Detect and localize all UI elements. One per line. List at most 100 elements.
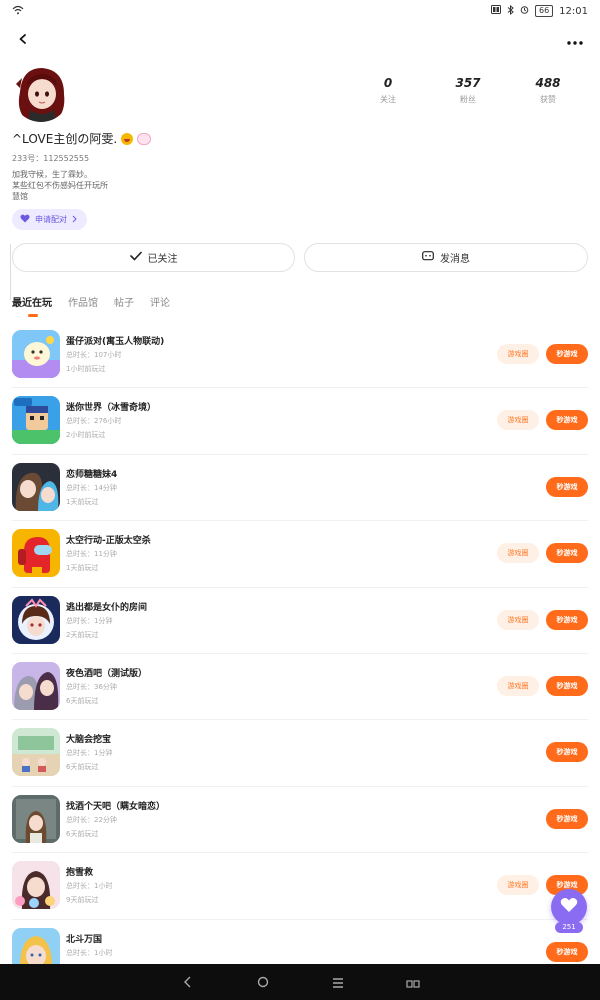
stat-fans-count: 357 <box>455 76 481 90</box>
play-button[interactable]: 秒游戏 <box>546 344 588 364</box>
game-circle-button[interactable]: 游戏圈 <box>497 609 539 630</box>
user-id: 233号：112552555 <box>12 154 90 163</box>
tab-comments[interactable]: 评论 <box>150 294 170 309</box>
list-item[interactable]: 大脑会挖宝 总时长：1分钟 6天前玩过 秒游戏 <box>12 720 588 787</box>
game-playtime: 总时长：1分钟 <box>66 749 113 758</box>
battery-indicator: 66 <box>534 5 554 17</box>
play-button[interactable]: 秒游戏 <box>546 941 588 962</box>
bluetooth-icon <box>507 4 514 18</box>
game-name: 太空行动-正版太空杀 <box>66 536 151 547</box>
like-fab[interactable] <box>551 889 587 925</box>
game-playtime: 总时长：1分钟 <box>66 616 113 625</box>
status-bar: 66 12:01 <box>0 0 600 22</box>
play-button[interactable]: 秒游戏 <box>546 808 588 829</box>
stat-fans-label: 粉丝 <box>460 95 476 104</box>
stat-likes-count: 488 <box>535 76 561 90</box>
sim-icon <box>490 5 501 17</box>
stat-fans[interactable]: 357 粉丝 <box>446 76 490 105</box>
nickname-row: ^LOVE主创の阿雯. <box>12 130 152 147</box>
game-thumbnail[interactable] <box>12 529 60 578</box>
list-item[interactable]: 逃出都是女仆的房间 总时长：1分钟 2天前玩过 游戏圈 秒游戏 <box>12 588 588 654</box>
play-button[interactable]: 秒游戏 <box>546 543 588 564</box>
list-item[interactable]: 蛋仔派对(寓玉人物联动) 总时长：107小时 1小时前玩过 游戏圈 秒游戏 <box>12 322 588 389</box>
chat-bubble-icon <box>422 250 434 265</box>
game-playtime: 总时长：11分钟 <box>66 550 117 559</box>
play-button[interactable]: 秒游戏 <box>546 609 588 630</box>
list-item[interactable]: 迷你世界（冰雪奇境） 总时长：276小时 2小时前玩过 游戏圈 秒游戏 <box>12 388 588 455</box>
message-label: 发消息 <box>440 254 470 265</box>
play-button[interactable]: 秒游戏 <box>546 675 588 696</box>
list-item[interactable]: 夜色酒吧（测试版） 总时长：36分钟 6天前玩过 游戏圈 秒游戏 <box>12 654 588 721</box>
play-button[interactable]: 秒游戏 <box>546 742 588 763</box>
message-button[interactable]: 发消息 <box>304 243 588 272</box>
game-thumbnail[interactable] <box>12 462 60 511</box>
wifi-icon <box>12 5 24 18</box>
system-nav-bar <box>0 964 600 1000</box>
game-circle-button[interactable]: 游戏圈 <box>497 875 539 896</box>
pair-request-button[interactable]: 申请配对 <box>12 209 87 230</box>
game-last-played: 6天前玩过 <box>66 763 99 772</box>
stat-following[interactable]: 0 关注 <box>366 76 410 105</box>
profile-tabs: 最近在玩 作品馆 帖子 评论 <box>12 294 170 317</box>
tab-recent[interactable]: 最近在玩 <box>12 294 52 317</box>
game-playtime: 总时长：1小时 <box>66 882 113 891</box>
game-name: 夜色酒吧（测试版） <box>66 668 148 679</box>
stat-following-label: 关注 <box>380 95 396 104</box>
game-name: 北斗万国 <box>66 934 103 945</box>
stat-following-count: 0 <box>383 76 393 90</box>
game-thumbnail[interactable] <box>12 661 60 710</box>
game-circle-button[interactable]: 游戏圈 <box>497 675 539 696</box>
game-playtime: 总时长：36分钟 <box>66 682 117 691</box>
candy-badge-icon[interactable] <box>137 132 152 145</box>
alarm-icon <box>520 5 529 17</box>
nav-home-icon <box>257 973 269 992</box>
game-name: 抱雪救 <box>66 868 94 879</box>
list-item[interactable]: 太空行动-正版太空杀 总时长：11分钟 1天前玩过 游戏圈 秒游戏 <box>12 521 588 588</box>
game-thumbnail[interactable] <box>12 396 60 445</box>
nav-back-button[interactable] <box>178 972 198 992</box>
game-name: 蛋仔派对(寓玉人物联动) <box>66 337 165 347</box>
nav-menu-button[interactable] <box>328 972 348 992</box>
nav-recents-icon <box>405 973 420 992</box>
game-circle-button[interactable]: 游戏圈 <box>497 410 539 431</box>
game-thumbnail[interactable] <box>12 595 60 644</box>
bio-line: 慧馆 <box>12 192 28 201</box>
game-thumbnail[interactable] <box>12 728 60 777</box>
follow-button[interactable]: 已关注 <box>12 243 295 272</box>
game-last-played: 1天前玩过 <box>66 564 99 573</box>
nickname: ^LOVE主创の阿雯. <box>12 132 118 146</box>
list-item[interactable]: 恋师糖糖妹4 总时长：14分钟 1天前玩过 秒游戏 <box>12 455 588 522</box>
tab-posts[interactable]: 帖子 <box>114 294 134 309</box>
game-thumbnail[interactable] <box>12 861 60 910</box>
game-thumbnail[interactable] <box>12 794 60 843</box>
check-icon <box>129 251 142 264</box>
game-thumbnail[interactable] <box>12 330 60 378</box>
chevron-right-icon <box>72 215 77 225</box>
game-circle-button[interactable]: 游戏圈 <box>497 543 539 564</box>
back-button[interactable] <box>10 26 36 52</box>
nav-recents-button[interactable] <box>403 972 423 992</box>
stat-likes[interactable]: 488 获赞 <box>526 76 570 105</box>
list-item[interactable]: 找酒个天吧（瞒女暗恋） 总时长：22分钟 6天前玩过 秒游戏 <box>12 787 588 854</box>
heart-eyes-emoji-icon <box>121 132 134 145</box>
tab-works[interactable]: 作品馆 <box>68 294 98 309</box>
avatar[interactable] <box>12 64 70 122</box>
game-playtime: 总时长：14分钟 <box>66 483 117 492</box>
more-button[interactable] <box>562 26 588 52</box>
game-last-played: 2小时前玩过 <box>66 431 106 440</box>
game-circle-button[interactable]: 游戏圈 <box>497 344 539 364</box>
game-last-played: 9天前玩过 <box>66 896 99 905</box>
like-count-badge: 251 <box>555 922 583 933</box>
play-button[interactable]: 秒游戏 <box>546 476 588 497</box>
chevron-left-icon <box>17 30 29 49</box>
game-last-played: 1天前玩过 <box>66 497 99 506</box>
follow-label: 已关注 <box>147 254 178 265</box>
game-last-played: 1小时前玩过 <box>66 365 106 373</box>
nav-home-button[interactable] <box>253 972 273 992</box>
play-button[interactable]: 秒游戏 <box>546 410 588 431</box>
more-dots-icon <box>567 30 583 49</box>
list-item[interactable]: 抱雪救 总时长：1小时 9天前玩过 游戏圈 秒游戏 <box>12 853 588 920</box>
game-playtime: 总时长：22分钟 <box>66 815 117 824</box>
stat-likes-label: 获赞 <box>540 95 556 104</box>
bio: 加我守候，生了霖妙。 某些红包不伤感妈任开玩所 慧馆 <box>12 169 108 202</box>
